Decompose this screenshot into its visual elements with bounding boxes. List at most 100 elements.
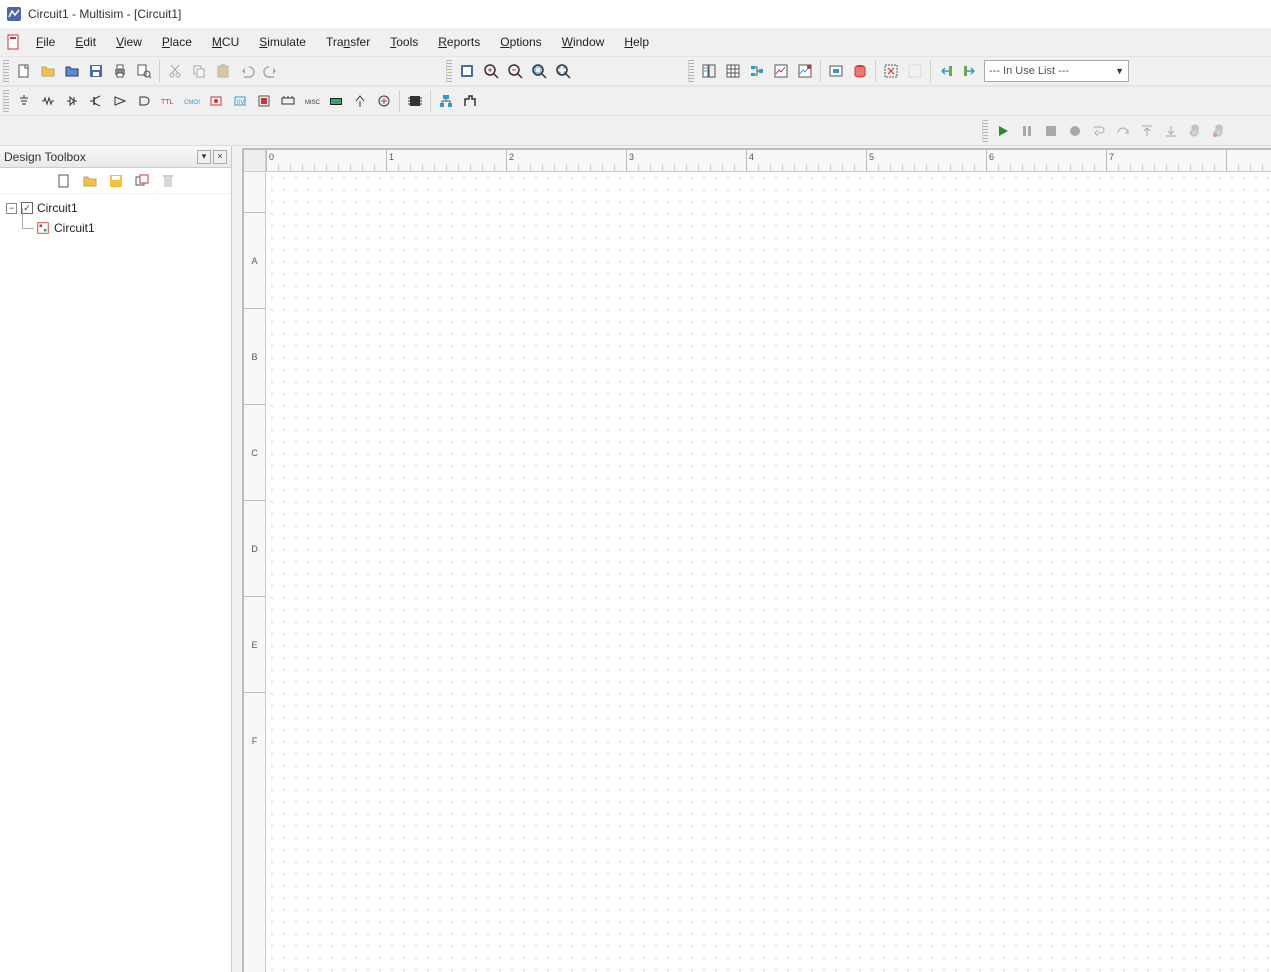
grapher-button[interactable] <box>769 59 793 83</box>
pause-button[interactable] <box>1015 119 1039 143</box>
component-wizard-button[interactable] <box>824 59 848 83</box>
indicator-button[interactable]: 0V <box>228 89 252 113</box>
zoom-area-button[interactable] <box>455 59 479 83</box>
zoom-fit-button[interactable] <box>527 59 551 83</box>
mixed-button[interactable] <box>204 89 228 113</box>
undo-button[interactable] <box>235 59 259 83</box>
step-back-button[interactable] <box>1159 119 1183 143</box>
menu-simulate[interactable]: Simulate <box>249 31 316 53</box>
design-toolbox-button[interactable] <box>697 59 721 83</box>
mcu-component-button[interactable] <box>403 89 427 113</box>
postprocessor-button[interactable] <box>793 59 817 83</box>
electromech-button[interactable] <box>348 89 372 113</box>
forward-annotate-button[interactable] <box>958 59 982 83</box>
title-bar: Circuit1 - Multisim - [Circuit1] <box>0 0 1271 28</box>
menu-file[interactable]: File <box>26 31 65 53</box>
rf-button[interactable] <box>324 89 348 113</box>
misc-button[interactable] <box>276 89 300 113</box>
panel-close-button[interactable]: × <box>213 150 227 164</box>
netlist-button[interactable] <box>745 59 769 83</box>
misc-digital-button[interactable]: CMOS <box>180 89 204 113</box>
redo-button[interactable] <box>259 59 283 83</box>
transistor-button[interactable] <box>84 89 108 113</box>
tree-collapse-icon[interactable]: − <box>6 203 17 214</box>
stop-button[interactable] <box>1039 119 1063 143</box>
copy-button[interactable] <box>187 59 211 83</box>
menu-mcu[interactable]: MCU <box>202 31 249 53</box>
open-page-button[interactable] <box>79 170 101 192</box>
menu-view[interactable]: View <box>106 31 152 53</box>
ruler-tick: 6 <box>989 152 994 162</box>
grip[interactable] <box>3 90 9 112</box>
open-example-button[interactable] <box>60 59 84 83</box>
menu-window[interactable]: Window <box>552 31 615 53</box>
step-over-button[interactable] <box>1111 119 1135 143</box>
svg-text:0V: 0V <box>237 100 244 106</box>
hierarchical-button[interactable] <box>434 89 458 113</box>
tree-child-row[interactable]: Circuit1 <box>36 218 225 238</box>
grip[interactable] <box>982 120 988 142</box>
menu-place[interactable]: Place <box>152 31 202 53</box>
tree-root-label: Circuit1 <box>37 201 78 215</box>
hand-button[interactable] <box>1183 119 1207 143</box>
back-annotate-button[interactable] <box>934 59 958 83</box>
run-button[interactable] <box>991 119 1015 143</box>
ttl-button[interactable] <box>132 89 156 113</box>
clear-erc-button[interactable] <box>903 59 927 83</box>
basic-button[interactable] <box>36 89 60 113</box>
zoom-out-button[interactable] <box>503 59 527 83</box>
menu-options[interactable]: Options <box>490 31 551 53</box>
open-file-button[interactable] <box>36 59 60 83</box>
design-toolbox-panel: Design Toolbox ▾ × − ✓ Circuit1 Circuit1 <box>0 146 232 972</box>
delete-page-button[interactable] <box>157 170 179 192</box>
electrical-rules-button[interactable] <box>879 59 903 83</box>
diode-button[interactable] <box>60 89 84 113</box>
step-out-button[interactable] <box>1135 119 1159 143</box>
record-button[interactable] <box>1063 119 1087 143</box>
spreadsheet-button[interactable] <box>721 59 745 83</box>
panel-header: Design Toolbox ▾ × <box>0 146 231 168</box>
grip[interactable] <box>688 60 694 82</box>
ruler-vertical: A B C D E F <box>244 172 266 972</box>
save-page-button[interactable] <box>105 170 127 192</box>
app-icon <box>6 6 22 22</box>
ruler-tick: 3 <box>629 152 634 162</box>
pan-button[interactable] <box>1207 119 1231 143</box>
dropdown-label: --- In Use List --- <box>989 65 1069 77</box>
database-button[interactable] <box>848 59 872 83</box>
grip[interactable] <box>446 60 452 82</box>
print-preview-button[interactable] <box>132 59 156 83</box>
panel-title: Design Toolbox <box>4 150 195 164</box>
power-button[interactable] <box>252 89 276 113</box>
menu-bar: File Edit View Place MCU Simulate Transf… <box>0 28 1271 56</box>
zoom-full-button[interactable] <box>551 59 575 83</box>
tree-root-row[interactable]: − ✓ Circuit1 <box>6 198 225 218</box>
nist-button[interactable] <box>372 89 396 113</box>
circuit-icon <box>36 221 50 235</box>
source-button[interactable] <box>12 89 36 113</box>
toolbar-simulation <box>0 116 1271 146</box>
panel-dropdown-button[interactable]: ▾ <box>197 150 211 164</box>
save-button[interactable] <box>84 59 108 83</box>
print-button[interactable] <box>108 59 132 83</box>
step-into-button[interactable] <box>1087 119 1111 143</box>
paste-button[interactable] <box>211 59 235 83</box>
menu-help[interactable]: Help <box>614 31 659 53</box>
analog-button[interactable] <box>108 89 132 113</box>
rename-page-button[interactable] <box>131 170 153 192</box>
canvas-grid[interactable] <box>266 172 1271 972</box>
menu-tools[interactable]: Tools <box>380 31 428 53</box>
bus-button[interactable] <box>458 89 482 113</box>
in-use-list-dropdown[interactable]: --- In Use List --- ▼ <box>984 60 1129 82</box>
new-page-button[interactable] <box>53 170 75 192</box>
cmos-button[interactable]: TTL <box>156 89 180 113</box>
zoom-in-button[interactable] <box>479 59 503 83</box>
grip[interactable] <box>3 60 9 82</box>
menu-transfer[interactable]: Transfer <box>316 31 380 53</box>
menu-edit[interactable]: Edit <box>65 31 106 53</box>
new-file-button[interactable] <box>12 59 36 83</box>
advanced-button[interactable]: MISC <box>300 89 324 113</box>
menu-reports[interactable]: Reports <box>428 31 490 53</box>
cut-button[interactable] <box>163 59 187 83</box>
design-tree: − ✓ Circuit1 Circuit1 <box>0 194 231 972</box>
